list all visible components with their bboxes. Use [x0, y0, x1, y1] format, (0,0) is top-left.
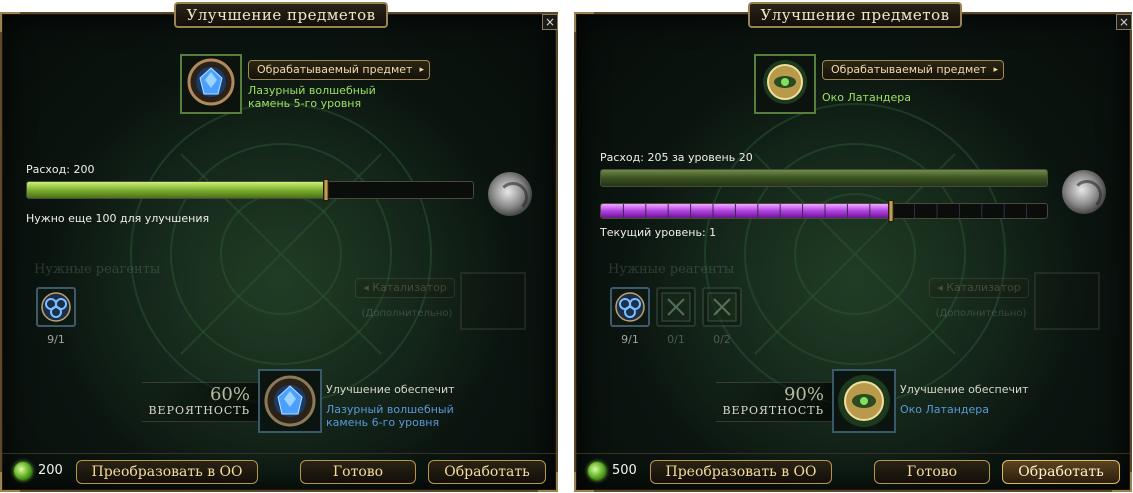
catalyst-optional-label: (Дополнительно)	[361, 308, 453, 319]
currency-amount: 500	[612, 463, 637, 478]
blue-swirl-icon	[615, 292, 645, 322]
done-button[interactable]: Готово	[874, 460, 990, 484]
probability-label: ВЕРОЯТНОСТЬ	[148, 404, 250, 417]
astral-diamond-icon	[588, 462, 606, 480]
progress-marker	[888, 200, 895, 222]
processed-item-name: Око Латандера	[822, 91, 911, 104]
frame-corner	[574, 12, 594, 32]
level-ticks	[622, 204, 1028, 218]
cost-text: Расход: 205 за уровень 20	[600, 151, 753, 164]
probability-label: ВЕРОЯТНОСТЬ	[722, 404, 824, 417]
refine-swirl-icon	[488, 172, 532, 216]
green-rune-icon	[661, 292, 691, 322]
status-text: Текущий уровень: 1	[600, 226, 717, 239]
blue-gem-icon	[264, 375, 316, 427]
process-button[interactable]: Обработать	[1002, 460, 1120, 484]
processed-item-button[interactable]: Обрабатываемый предмет ▸	[248, 60, 430, 80]
window-title: Улучшение предметов	[174, 2, 388, 28]
status-text: Нужно еще 100 для улучшения	[26, 212, 210, 225]
blue-swirl-icon	[41, 292, 71, 322]
chevron-right-icon: ▸	[419, 65, 424, 75]
window-footer: 200 Преобразовать в ОО Готово Обработать	[2, 453, 556, 490]
reagent-count: 9/1	[47, 333, 65, 346]
window-title: Улучшение предметов	[748, 2, 962, 28]
processed-item-name: Лазурный волшебный камень 5-го уровня	[248, 84, 376, 110]
refine-window-right: Улучшение предметов × Обрабатываемый пре…	[574, 2, 1132, 492]
close-button[interactable]: ×	[1116, 14, 1132, 30]
convert-to-rp-button[interactable]: Преобразовать в ОО	[650, 460, 832, 484]
reagent-slot[interactable]	[656, 287, 696, 327]
cost-text: Расход: 200	[26, 163, 95, 176]
process-button[interactable]: Обработать	[428, 460, 546, 484]
processed-item-button[interactable]: Обрабатываемый предмет ▸	[822, 60, 1004, 80]
refine-swirl-icon	[1062, 170, 1106, 214]
green-rune-icon	[707, 292, 737, 322]
chevron-right-icon: ▸	[993, 65, 998, 75]
close-button[interactable]: ×	[542, 14, 558, 30]
total-progress-bar	[600, 169, 1048, 187]
result-item-name: Лазурный волшебный камень 6-го уровня	[326, 403, 454, 429]
reagent-slot[interactable]	[36, 287, 76, 327]
result-title: Улучшение обеспечит	[326, 383, 455, 396]
refine-window-left: Улучшение предметов × Обрабатываемый пре…	[0, 2, 558, 492]
reagent-count: 9/1	[621, 333, 639, 346]
eye-of-lathander-icon	[838, 375, 890, 427]
processed-item-slot[interactable]	[754, 54, 816, 114]
catalyst-button[interactable]: ◂ Катализатор	[929, 278, 1029, 298]
catalyst-button[interactable]: ◂ Катализатор	[355, 278, 455, 298]
reagent-count: 0/1	[667, 333, 685, 346]
reagents-title: Нужные реагенты	[34, 262, 161, 277]
done-button[interactable]: Готово	[300, 460, 416, 484]
progress-fill	[601, 170, 1047, 186]
processed-item-label: Обрабатываемый предмет	[831, 63, 987, 76]
reagent-slot[interactable]	[610, 287, 650, 327]
frame-corner	[0, 12, 20, 32]
processed-item-label: Обрабатываемый предмет	[257, 63, 413, 76]
catalyst-slot[interactable]	[1034, 272, 1100, 330]
processed-item-slot[interactable]	[180, 54, 242, 114]
probability-value: 60%	[209, 384, 250, 405]
progress-fill	[27, 182, 326, 198]
astral-diamond-icon	[14, 462, 32, 480]
currency-amount: 200	[38, 463, 63, 478]
catalyst-slot[interactable]	[460, 272, 526, 330]
reagent-count: 0/2	[713, 333, 731, 346]
catalyst-optional-label: (Дополнительно)	[935, 308, 1027, 319]
result-item-slot	[258, 369, 322, 433]
blue-gem-icon	[187, 58, 235, 106]
level-progress-bar	[600, 203, 1048, 219]
progress-marker	[323, 179, 330, 201]
refine-progress-bar	[26, 181, 474, 199]
eye-of-lathander-icon	[763, 60, 807, 104]
result-item-slot	[832, 369, 896, 433]
reagents-title: Нужные реагенты	[608, 262, 735, 277]
window-footer: 500 Преобразовать в ОО Готово Обработать	[576, 453, 1130, 490]
result-item-name: Око Латандера	[900, 403, 989, 416]
reagent-slot[interactable]	[702, 287, 742, 327]
probability-value: 90%	[783, 384, 824, 405]
convert-to-rp-button[interactable]: Преобразовать в ОО	[76, 460, 258, 484]
result-title: Улучшение обеспечит	[900, 383, 1029, 396]
